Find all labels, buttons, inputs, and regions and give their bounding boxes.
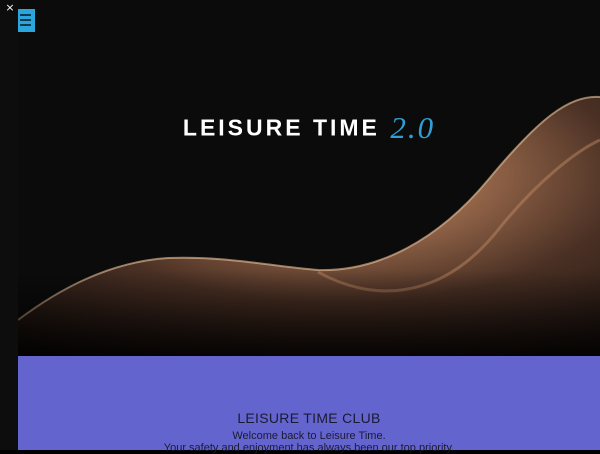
- safety-text: Your safety and enjoyment has always bee…: [163, 442, 455, 454]
- hero-background-image: [18, 0, 600, 356]
- hamburger-menu-icon[interactable]: [18, 9, 35, 32]
- club-welcome-section: LEISURE TIME CLUB Welcome back to Leisur…: [18, 356, 600, 454]
- welcome-text: Welcome back to Leisure Time.: [232, 430, 386, 442]
- hero-title-version: 2.0: [390, 110, 436, 145]
- hero-title-main: LEISURE TIME: [182, 114, 380, 141]
- hero-banner: LEISURE TIME 2.0: [18, 0, 600, 356]
- hero-title: LEISURE TIME 2.0: [18, 110, 600, 146]
- side-panel: ×: [0, 0, 18, 450]
- club-heading: LEISURE TIME CLUB: [237, 410, 381, 426]
- close-icon[interactable]: ×: [4, 2, 16, 14]
